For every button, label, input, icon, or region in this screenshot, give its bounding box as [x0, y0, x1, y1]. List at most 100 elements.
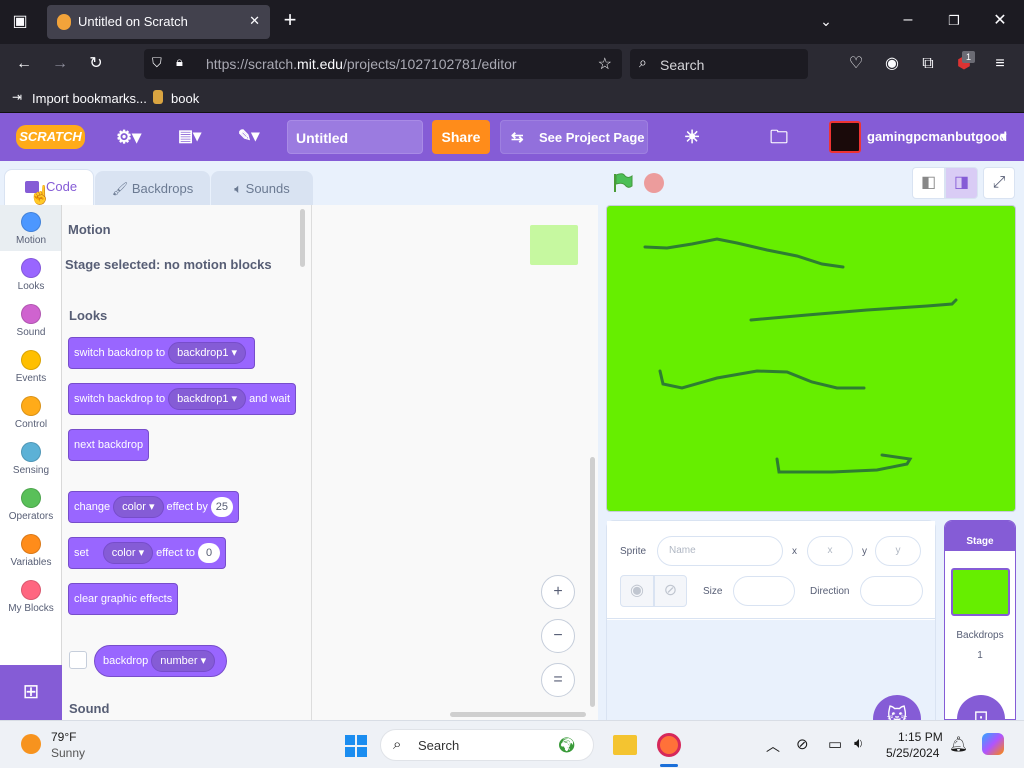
window-close-icon[interactable]: ✕ [990, 11, 1010, 31]
workspace-horizontal-scrollbar[interactable] [450, 712, 586, 717]
y-field[interactable]: y [875, 536, 921, 566]
bookmarks-bar: ⇥ Import bookmarks... book [0, 84, 1024, 113]
category-sensing[interactable]: Sensing [0, 442, 62, 476]
url-bar[interactable]: ⛉ 🔒︎ https://scratch.mit.edu/projects/10… [144, 49, 622, 79]
change-effect-dropdown[interactable]: color ▾ [113, 496, 164, 518]
category-my-blocks[interactable]: My Blocks [0, 580, 62, 614]
category-sound[interactable]: Sound [0, 304, 62, 338]
network-off-icon[interactable]: ⊘ [796, 735, 809, 753]
category-events[interactable]: Events [0, 350, 62, 384]
category-control[interactable]: Control [0, 396, 62, 430]
block-set-effect[interactable]: set color ▾ effect to 0 [68, 537, 227, 569]
tab-close-icon[interactable]: ✕ [249, 13, 260, 29]
volume-icon[interactable]: 🔉︎ [854, 735, 863, 752]
tray-chevron-up-icon[interactable]: ︿ [766, 736, 780, 756]
category-variables[interactable]: Variables [0, 534, 62, 568]
block-next-backdrop[interactable]: next backdrop [68, 429, 150, 461]
small-stage-button[interactable]: ◧ [912, 167, 945, 199]
weather-temp[interactable]: 79°F [51, 730, 76, 744]
normal-stage-icon: ◨ [953, 174, 970, 191]
firefox-icon[interactable] [657, 733, 681, 757]
forward-icon[interactable]: → [50, 54, 70, 74]
block-change-effect[interactable]: change color ▾ effect by 25 [68, 491, 239, 523]
account-icon[interactable]: ◉ [882, 54, 902, 74]
show-sprite-button[interactable]: ◉ [620, 575, 654, 607]
tab-sounds[interactable]: 🔈︎ Sounds [211, 171, 313, 207]
notification-bell-icon[interactable]: 🔔︎ [949, 735, 968, 753]
size-field[interactable] [733, 576, 795, 606]
x-field[interactable]: x [807, 536, 853, 566]
backdrop-wait-dropdown[interactable]: backdrop1 ▾ [168, 388, 247, 410]
account-chevron-down-icon[interactable]: ▼ [998, 120, 1009, 154]
file-explorer-icon[interactable] [613, 735, 637, 755]
change-effect-value[interactable]: 25 [210, 497, 233, 517]
block-switch-backdrop[interactable]: switch backdrop to backdrop1 ▾ [68, 337, 256, 369]
tab-list-icon[interactable]: ▣ [10, 12, 30, 32]
category-looks[interactable]: Looks [0, 258, 62, 292]
tab-backdrops[interactable]: 🖌︎ Backdrops [95, 171, 210, 207]
browser-tab[interactable]: Untitled on Scratch ✕ [47, 5, 270, 39]
pocket-icon[interactable]: ♡ [846, 54, 866, 74]
block-next-backdrop-text: next backdrop [74, 439, 144, 451]
category-operators[interactable]: Operators [0, 488, 62, 522]
back-icon[interactable]: ← [14, 54, 34, 74]
normal-stage-button[interactable]: ◨ [945, 167, 978, 199]
backdrop-dropdown[interactable]: backdrop1 ▾ [168, 342, 247, 364]
menu-icon[interactable]: ≡ [990, 54, 1010, 74]
hide-sprite-button[interactable]: ⊘ [654, 575, 687, 607]
extensions-icon[interactable]: ⧉ [918, 54, 938, 74]
windows-start-icon[interactable] [344, 734, 368, 758]
zoom-out-button[interactable]: − [541, 619, 575, 653]
weather-condition[interactable]: Sunny [51, 746, 85, 760]
minimize-icon[interactable]: – [898, 10, 918, 30]
taskbar-search[interactable]: ⌕ Search 🌍︎ [380, 729, 594, 761]
category-motion[interactable]: Motion [0, 212, 62, 246]
set-effect-dropdown[interactable]: color ▾ [102, 542, 154, 564]
browser-search-box[interactable]: ⌕ Search [630, 49, 808, 79]
clock-date[interactable]: 5/25/2024 [886, 746, 939, 760]
green-flag-icon[interactable] [612, 172, 634, 194]
stop-icon[interactable] [644, 173, 664, 193]
bookmark-star-icon[interactable]: ☆ [598, 54, 612, 74]
new-tab-button[interactable]: + [280, 9, 300, 31]
add-extension-button[interactable]: ⊞ [0, 665, 62, 720]
settings-gear-icon[interactable]: ⚙▾ [116, 120, 150, 154]
share-button[interactable]: Share [432, 120, 490, 154]
see-project-page-button[interactable]: ⇆ See Project Page [500, 120, 648, 154]
firefox-active-indicator [660, 764, 678, 767]
block-backdrop-reporter[interactable]: backdrop number ▾ [94, 645, 228, 677]
restore-icon[interactable]: ❐ [944, 11, 964, 31]
copilot-icon[interactable] [982, 733, 1004, 755]
block-clear-graphic-effects[interactable]: clear graphic effects [68, 583, 179, 615]
my-stuff-folder-icon[interactable]: 🗀 [770, 120, 794, 154]
block-switch-backdrop-and-wait[interactable]: switch backdrop to backdrop1 ▾ and wait [68, 383, 297, 415]
sprite-name-field[interactable]: Name [657, 536, 783, 566]
direction-field[interactable] [860, 576, 923, 606]
bookmark-import[interactable]: Import bookmarks... [32, 91, 147, 106]
block-palette: Motion Stage selected: no motion blocks … [62, 205, 312, 720]
workspace-vertical-scrollbar[interactable] [590, 457, 595, 707]
scratch-logo[interactable]: SCRATCH [16, 125, 85, 149]
stage-canvas[interactable] [606, 205, 1016, 512]
block-switch-backdrop-text: switch backdrop to [74, 347, 166, 359]
project-title-input[interactable]: Untitled [287, 120, 423, 154]
reload-icon[interactable]: ↻ [86, 54, 106, 74]
fullscreen-button[interactable]: ⤢ [983, 167, 1015, 199]
username[interactable]: gamingpcmanbutgood [867, 120, 1007, 154]
zoom-in-button[interactable]: + [541, 575, 575, 609]
backdrop-number-dropdown[interactable]: number ▾ [151, 650, 216, 672]
display-icon[interactable]: ▭ [828, 735, 842, 753]
bookmark-book[interactable]: book [171, 91, 199, 106]
category-operators-label: Operators [8, 511, 54, 522]
set-effect-value[interactable]: 0 [198, 543, 221, 563]
tab-overflow-icon[interactable]: ⌄ [816, 11, 836, 31]
backdrop-reporter-checkbox[interactable] [69, 651, 87, 669]
palette-scrollbar[interactable] [300, 209, 305, 267]
theme-bulb-icon[interactable]: ☀ [684, 120, 708, 154]
clock-time[interactable]: 1:15 PM [898, 730, 943, 744]
edit-menu-icon[interactable]: ✎▾ [238, 120, 272, 154]
file-menu-icon[interactable]: ▤▾ [178, 120, 212, 154]
stage-selector[interactable]: Stage Backdrops 1 ⊡ [944, 520, 1016, 743]
avatar[interactable] [829, 121, 861, 153]
zoom-reset-button[interactable]: = [541, 663, 575, 697]
